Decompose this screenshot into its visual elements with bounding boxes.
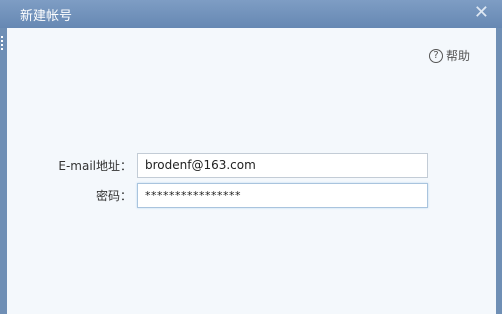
close-icon[interactable]: ✕ [474, 3, 489, 23]
new-account-dialog: 新建帐号 ✕ ? 帮助 E-mail地址： brodenf@163.com 密码… [0, 0, 502, 314]
password-label: 密码： [95, 189, 132, 203]
help-icon: ? [429, 48, 443, 63]
help-link[interactable]: ? 帮助 [429, 47, 470, 64]
password-field[interactable]: **************** [137, 183, 428, 208]
resize-grip [1, 36, 5, 50]
dialog-content: ? 帮助 E-mail地址： brodenf@163.com 密码： *****… [7, 28, 496, 314]
help-label: 帮助 [446, 49, 471, 63]
dialog-title: 新建帐号 [20, 9, 73, 24]
email-field[interactable]: brodenf@163.com [137, 153, 428, 178]
email-label: E-mail地址： [58, 159, 132, 173]
title-bar[interactable]: 新建帐号 ✕ [0, 0, 502, 28]
